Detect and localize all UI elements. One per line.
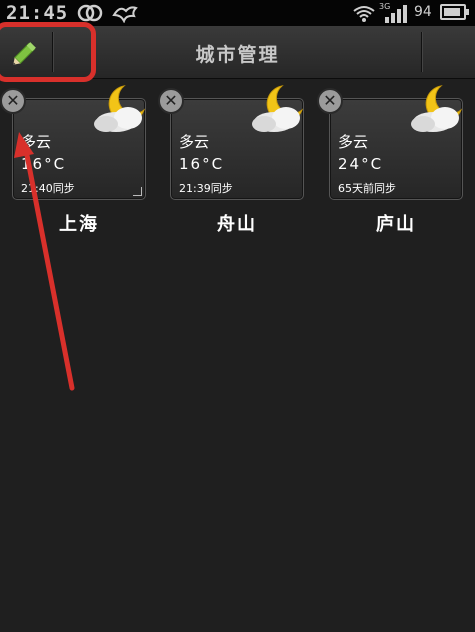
annotation-arrow bbox=[14, 132, 75, 391]
